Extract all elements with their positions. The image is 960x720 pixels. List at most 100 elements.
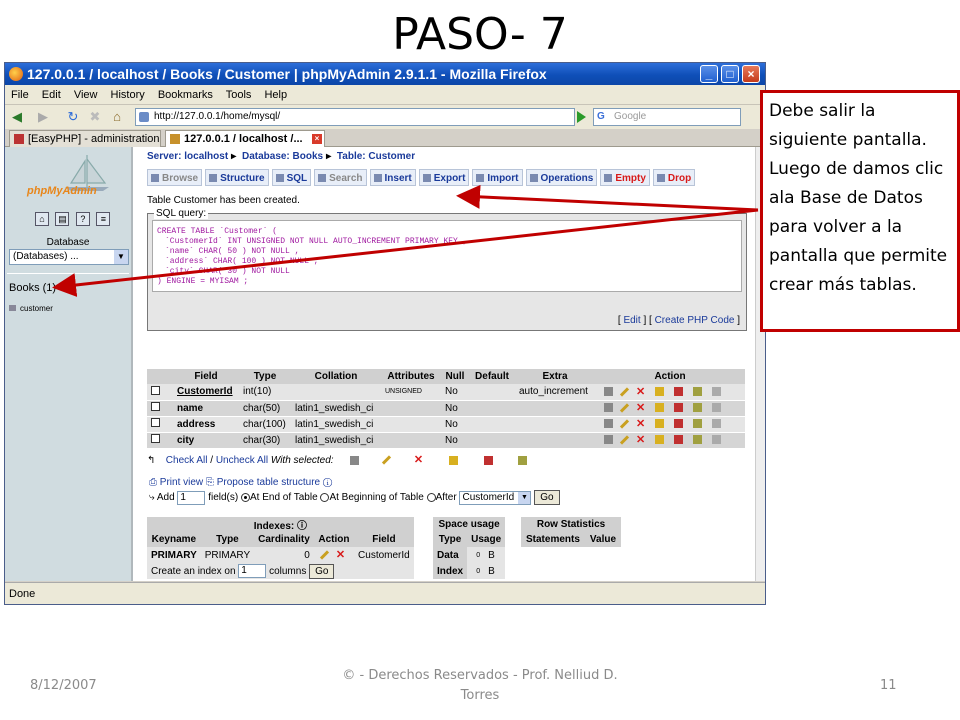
minimize-button[interactable]: _ (700, 65, 718, 83)
create-index-go-button[interactable]: Go (309, 563, 335, 579)
go-icon[interactable] (577, 111, 586, 123)
delete-icon[interactable]: ✕ (636, 418, 645, 429)
chevron-down-icon[interactable]: ▼ (114, 250, 128, 264)
delete-icon[interactable]: ✕ (636, 402, 645, 413)
unique-icon[interactable] (693, 403, 703, 413)
delete-icon[interactable]: ✕ (336, 549, 345, 560)
primary-key-icon[interactable] (655, 387, 665, 397)
home-icon[interactable]: ⌂ (35, 212, 49, 226)
check-all-link[interactable]: Check All (166, 455, 208, 466)
browse-icon[interactable] (604, 403, 613, 413)
index-selected-icon[interactable] (483, 455, 493, 465)
close-button[interactable]: × (742, 65, 760, 83)
tab-insert[interactable]: Insert (369, 169, 416, 186)
help-icon[interactable]: ⓘ (297, 521, 307, 532)
menu-tools[interactable]: Tools (226, 89, 252, 101)
tab-import[interactable]: Import (472, 169, 523, 186)
unique-icon[interactable] (693, 419, 703, 429)
browse-icon[interactable] (604, 419, 613, 429)
table-icon (9, 305, 16, 311)
close-tab-icon[interactable]: × (312, 134, 322, 144)
edit-icon[interactable] (619, 419, 630, 429)
browse-icon[interactable] (604, 435, 613, 445)
back-icon[interactable]: ◀ (9, 109, 25, 125)
menu-edit[interactable]: Edit (42, 89, 61, 101)
tab-easyphp[interactable]: [EasyPHP] - administration (9, 130, 161, 147)
maximize-button[interactable]: □ (721, 65, 739, 83)
fulltext-icon[interactable] (712, 419, 722, 429)
stop-icon[interactable]: ✖ (87, 109, 103, 125)
tab-export[interactable]: Export (418, 169, 470, 186)
delete-icon[interactable]: ✕ (636, 434, 645, 445)
edit-icon[interactable] (619, 403, 630, 413)
index-icon[interactable] (674, 387, 684, 397)
propose-structure-link[interactable]: Propose table structure (217, 477, 320, 488)
tab-drop[interactable]: Drop (652, 169, 696, 186)
delete-selected-icon[interactable]: ✕ (414, 455, 423, 466)
delete-icon[interactable]: ✕ (636, 386, 645, 397)
tab-browse[interactable]: Browse (147, 169, 203, 186)
forward-icon[interactable]: ▶ (35, 109, 51, 125)
add-field-count-input[interactable]: 1 (177, 490, 206, 505)
docs-icon[interactable]: ≡ (96, 212, 111, 226)
go-button[interactable]: Go (534, 490, 560, 505)
tab-search[interactable]: Search (314, 169, 367, 186)
url-bar[interactable]: http://127.0.0.1/home/mysql/ (135, 108, 575, 126)
crumb-server[interactable]: Server: localhost (147, 151, 228, 162)
edit-icon[interactable] (619, 435, 630, 445)
after-field-select[interactable]: CustomerId ▼ (459, 490, 532, 505)
primary-key-icon[interactable] (655, 419, 665, 429)
unique-icon[interactable] (693, 435, 703, 445)
database-link-books[interactable]: Books (1) (9, 282, 56, 294)
space-type: Data (433, 547, 468, 563)
primary-selected-icon[interactable] (448, 455, 458, 465)
help-icon[interactable]: ⓘ (323, 477, 332, 488)
at-end-radio[interactable] (241, 493, 250, 502)
index-icon[interactable] (674, 419, 684, 429)
menu-help[interactable]: Help (264, 89, 287, 101)
reload-icon[interactable]: ↻ (65, 109, 81, 125)
unique-icon[interactable] (693, 387, 703, 397)
menu-bookmarks[interactable]: Bookmarks (158, 89, 213, 101)
create-php-code-link[interactable]: Create PHP Code (655, 315, 735, 326)
database-select[interactable]: (Databases) ... ▼ (9, 249, 129, 265)
tab-operations[interactable]: Operations (525, 169, 598, 186)
index-icon[interactable] (674, 403, 684, 413)
menu-view[interactable]: View (74, 89, 98, 101)
query-window-icon[interactable]: ? (75, 212, 90, 226)
row-checkbox[interactable] (151, 402, 160, 411)
browse-icon[interactable] (604, 387, 613, 397)
tab-structure[interactable]: Structure (205, 169, 269, 186)
unique-selected-icon[interactable] (518, 455, 528, 465)
index-icon[interactable] (674, 435, 684, 445)
menu-file[interactable]: File (11, 89, 29, 101)
home-icon[interactable]: ⌂ (109, 109, 125, 125)
fulltext-icon[interactable] (712, 387, 722, 397)
crumb-table[interactable]: Table: Customer (337, 151, 415, 162)
after-radio[interactable] (426, 493, 436, 502)
edit-icon[interactable] (619, 387, 630, 397)
edit-icon[interactable] (319, 550, 329, 560)
edit-selected-icon[interactable] (382, 455, 392, 465)
chevron-down-icon[interactable]: ▼ (518, 491, 531, 504)
primary-key-icon[interactable] (655, 435, 665, 445)
row-checkbox[interactable] (151, 434, 160, 443)
fulltext-icon[interactable] (712, 403, 722, 413)
row-checkbox[interactable] (151, 385, 160, 395)
sql-window-icon[interactable]: ▤ (55, 212, 70, 226)
menu-history[interactable]: History (111, 89, 145, 101)
tab-sql[interactable]: SQL (271, 169, 312, 186)
table-link-customer[interactable]: customer (9, 304, 53, 313)
uncheck-all-link[interactable]: Uncheck All (216, 455, 268, 466)
search-input[interactable]: Google (593, 108, 741, 126)
fulltext-icon[interactable] (712, 435, 722, 445)
index-columns-input[interactable]: 1 (238, 564, 267, 578)
browse-selected-icon[interactable] (350, 455, 360, 465)
tab-empty[interactable]: Empty (600, 169, 650, 186)
crumb-database[interactable]: Database: Books (242, 151, 323, 162)
primary-key-icon[interactable] (655, 403, 665, 413)
tab-phpmyadmin[interactable]: 127.0.0.1 / localhost /... × (165, 130, 325, 147)
edit-sql-link[interactable]: Edit (623, 315, 640, 326)
row-checkbox[interactable] (151, 418, 160, 427)
print-view-link[interactable]: Print view (160, 477, 203, 488)
